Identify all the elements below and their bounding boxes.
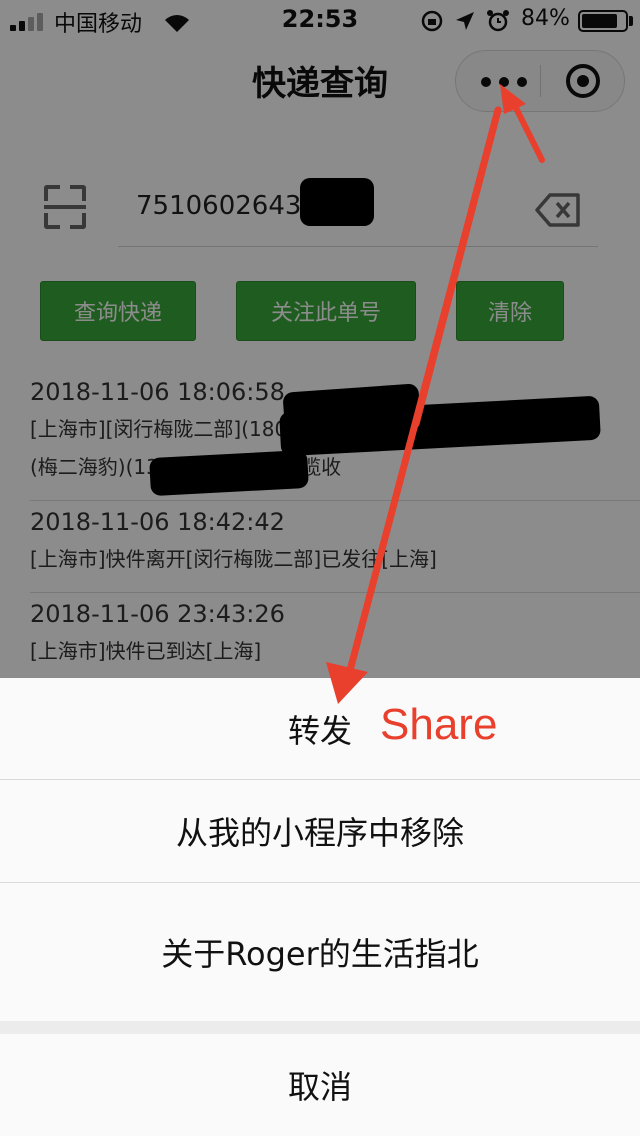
annotation-arrows [326, 84, 545, 704]
annotation-label: Share [380, 700, 498, 749]
